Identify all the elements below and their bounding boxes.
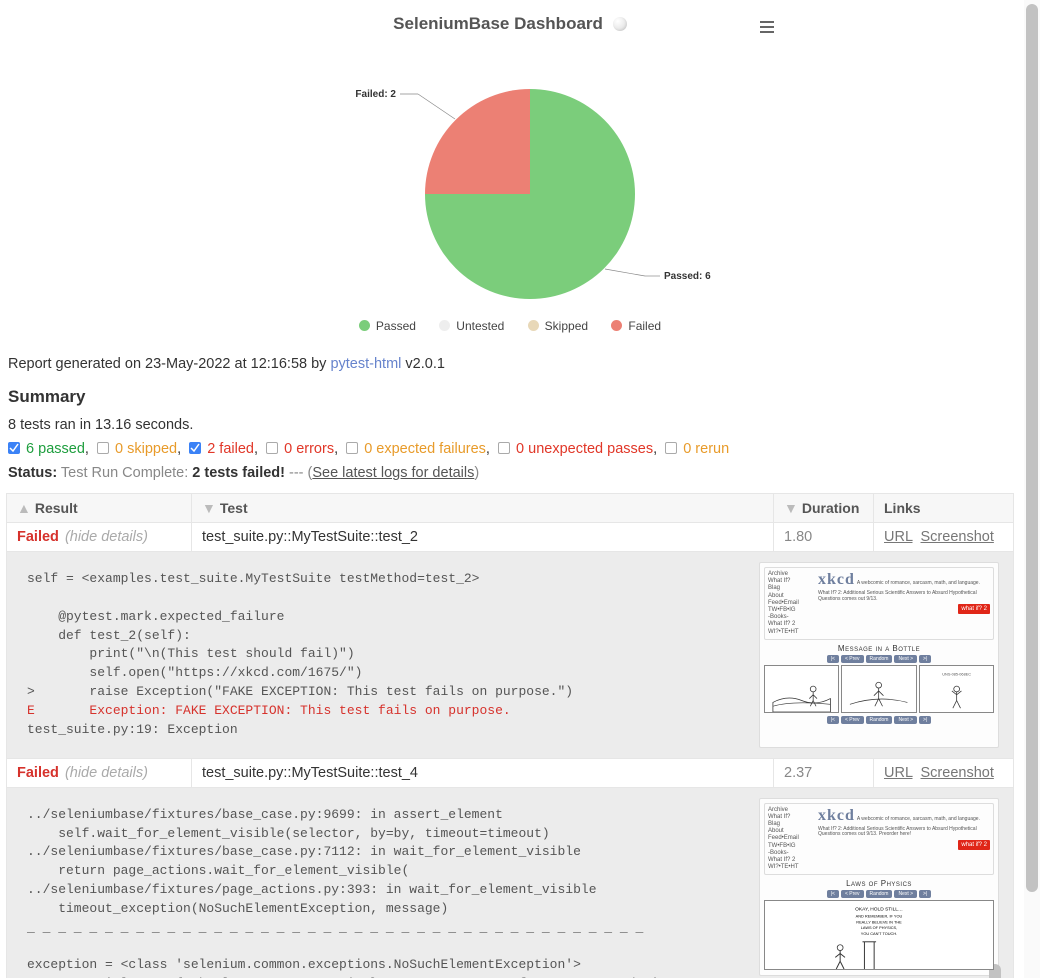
count-passed[interactable]: 6 passed [26, 441, 85, 457]
svg-text:REALLY BELIEVE IN THE: REALLY BELIEVE IN THE [856, 920, 902, 925]
test-duration: 2.37 [774, 758, 874, 787]
col-test[interactable]: ▼Test [192, 494, 774, 523]
checkbox-errors[interactable] [266, 442, 278, 454]
url-link[interactable]: URL [884, 529, 912, 545]
report-generated-line: Report generated on 23-May-2022 at 12:16… [8, 351, 1012, 377]
comic-panel: UNS-085-068EC [919, 665, 994, 713]
result-status: Failed [17, 765, 59, 781]
result-status: Failed [17, 529, 59, 545]
count-errors[interactable]: 0 errors [284, 441, 334, 457]
legend-skipped[interactable]: Skipped [528, 319, 588, 333]
count-xpass[interactable]: 0 unexpected passes [516, 441, 653, 457]
col-links: Links [874, 494, 1014, 523]
see-latest-logs-link[interactable]: See latest logs for details [312, 465, 474, 481]
status-dot-icon [613, 17, 627, 31]
table-row: Failed (hide details) test_suite.py::MyT… [7, 523, 1014, 552]
comic-nav-buttons: |<< PrevRandomNext >>| [764, 890, 994, 898]
svg-text:AND REMEMBER, IF YOU: AND REMEMBER, IF YOU [856, 914, 903, 919]
legend-failed[interactable]: Failed [611, 319, 661, 333]
svg-text:LAWS OF PHYSICS,: LAWS OF PHYSICS, [861, 926, 897, 931]
status-line: Status: Test Run Complete: 2 tests faile… [8, 465, 1012, 481]
toggle-details[interactable]: (hide details) [65, 529, 148, 545]
page-scrollbar-thumb[interactable] [1026, 4, 1038, 892]
comic-panel [841, 665, 916, 713]
sort-icon: ▼ [784, 500, 798, 516]
pie-label-failed: Failed: 2 [355, 89, 396, 100]
comic-nav-buttons: |<< PrevRandomNext >>| [764, 716, 994, 724]
legend-untested[interactable]: Untested [439, 319, 504, 333]
traceback: ../seleniumbase/fixtures/base_case.py:96… [17, 794, 755, 978]
screenshot-link[interactable]: Screenshot [921, 765, 994, 781]
xkcd-logo: xkcd [818, 807, 855, 824]
checkbox-xfail[interactable] [346, 442, 358, 454]
filter-counts: 6 passed, 0 skipped, 2 failed, 0 errors,… [8, 441, 1012, 457]
comic-title: Laws of Physics [764, 879, 994, 888]
tests-ran-line: 8 tests ran in 13.16 seconds. [8, 417, 1012, 433]
what-if-2-badge: what if? 2 [958, 604, 990, 614]
screenshot-thumbnail[interactable]: ArchiveWhat If?BlagAboutFeed•EmailTW•FB•… [759, 562, 999, 748]
toggle-details[interactable]: (hide details) [65, 765, 148, 781]
chart-legend: Passed Untested Skipped Failed [6, 319, 1014, 333]
table-row: Failed (hide details) test_suite.py::MyT… [7, 758, 1014, 787]
url-link[interactable]: URL [884, 765, 912, 781]
comic-nav-buttons: |<< PrevRandomNext >>| [764, 655, 994, 663]
comic-panel: OKAY, HOLD STILL… AND REMEMBER, IF YOU R… [764, 900, 994, 970]
xkcd-nav: ArchiveWhat If?BlagAboutFeed•EmailTW•FB•… [768, 571, 814, 636]
test-name: test_suite.py::MyTestSuite::test_4 [192, 758, 774, 787]
detail-row: ../seleniumbase/fixtures/base_case.py:96… [7, 787, 1014, 978]
pytest-html-link[interactable]: pytest-html [330, 356, 401, 372]
checkbox-skipped[interactable] [97, 442, 109, 454]
sort-icon: ▲ [17, 500, 31, 516]
page-title: SeleniumBase Dashboard [393, 14, 603, 34]
traceback: self = <examples.test_suite.MyTestSuite … [17, 558, 755, 752]
pie-label-passed: Passed: 6 [664, 271, 711, 282]
svg-text:YOU CAN'T TOUCH.: YOU CAN'T TOUCH. [861, 931, 897, 936]
test-duration: 1.80 [774, 523, 874, 552]
pie-chart[interactable]: Failed: 2 Passed: 6 [6, 44, 1014, 307]
count-xfail[interactable]: 0 expected failures [364, 441, 486, 457]
page-scrollbar-track[interactable] [1024, 0, 1040, 978]
screenshot-link[interactable]: Screenshot [921, 529, 994, 545]
col-duration[interactable]: ▼Duration [774, 494, 874, 523]
xkcd-nav: ArchiveWhat If?BlagAboutFeed•EmailTW•FB•… [768, 807, 814, 872]
col-result[interactable]: ▲Result [7, 494, 192, 523]
checkbox-passed[interactable] [8, 442, 20, 454]
svg-text:UNS-085-068EC: UNS-085-068EC [942, 672, 971, 676]
results-table: ▲Result ▼Test ▼Duration Links Failed (hi… [6, 493, 1014, 978]
pie-slice-failed[interactable] [425, 89, 530, 194]
count-skipped[interactable]: 0 skipped [115, 441, 177, 457]
count-rerun[interactable]: 0 rerun [683, 441, 729, 457]
what-if-2-badge: what if? 2 [958, 840, 990, 850]
svg-text:OKAY, HOLD STILL…: OKAY, HOLD STILL… [855, 907, 903, 913]
summary-heading: Summary [8, 387, 1012, 407]
legend-passed[interactable]: Passed [359, 319, 416, 333]
checkbox-rerun[interactable] [665, 442, 677, 454]
test-name: test_suite.py::MyTestSuite::test_2 [192, 523, 774, 552]
detail-row: self = <examples.test_suite.MyTestSuite … [7, 552, 1014, 759]
screenshot-thumbnail[interactable]: ArchiveWhat If?BlagAboutFeed•EmailTW•FB•… [759, 798, 999, 976]
comic-panel [764, 665, 839, 713]
checkbox-failed[interactable] [189, 442, 201, 454]
sort-icon: ▼ [202, 500, 216, 516]
xkcd-logo: xkcd [818, 571, 855, 588]
count-failed[interactable]: 2 failed [207, 441, 254, 457]
hamburger-menu-icon[interactable] [760, 18, 774, 36]
comic-title: Message in a Bottle [764, 644, 994, 653]
checkbox-xpass[interactable] [498, 442, 510, 454]
